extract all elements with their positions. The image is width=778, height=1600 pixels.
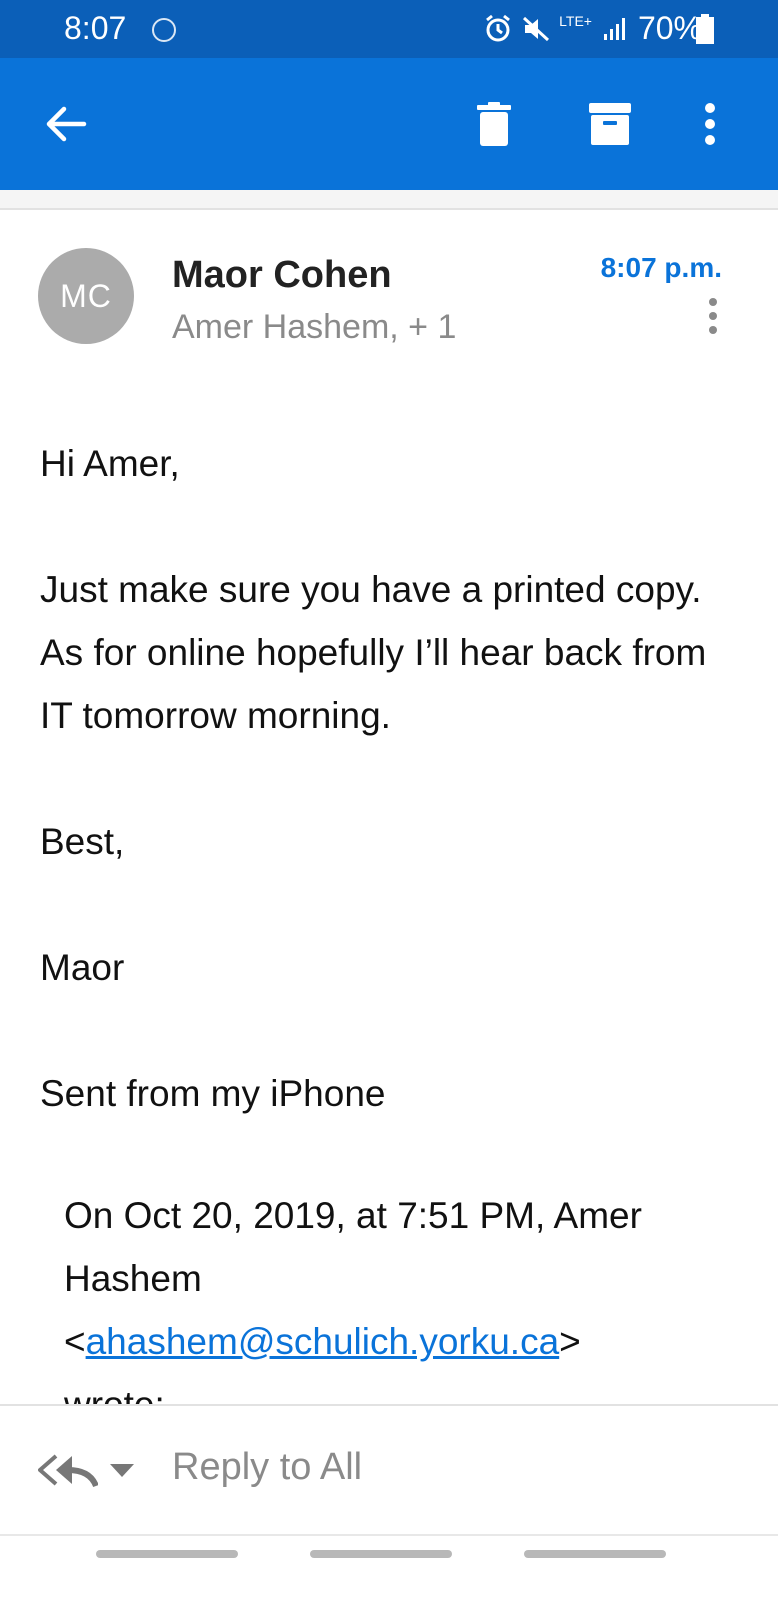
battery-percent: 70% bbox=[637, 10, 702, 46]
back-button[interactable] bbox=[26, 58, 106, 190]
status-bar: 8:07 LTE+ 70% bbox=[0, 0, 778, 58]
recipients[interactable]: Amer Hashem, + 1 bbox=[172, 308, 456, 347]
greeting: Hi Amer, bbox=[40, 443, 180, 484]
nav-recents[interactable] bbox=[96, 1550, 238, 1558]
quote-email-close: > bbox=[559, 1321, 581, 1362]
alarm-icon bbox=[486, 14, 511, 41]
body-paragraph: Just make sure you have a printed copy. … bbox=[40, 569, 707, 736]
sent-from: Sent from my iPhone bbox=[40, 1073, 386, 1114]
reply-all-button[interactable] bbox=[38, 1450, 99, 1495]
reply-all-icon bbox=[38, 1454, 99, 1488]
message-more-button[interactable] bbox=[698, 298, 728, 342]
more-vert-icon bbox=[705, 103, 715, 145]
reply-bar: Reply to All bbox=[0, 1404, 778, 1538]
app-bar bbox=[0, 58, 778, 190]
quoted-header: On Oct 20, 2019, at 7:51 PM, Amer Hashem… bbox=[64, 1184, 744, 1436]
quote-email-open: < bbox=[64, 1321, 86, 1362]
more-vert-icon bbox=[709, 298, 717, 334]
nav-home[interactable] bbox=[310, 1550, 452, 1558]
status-icons: LTE+ 70% bbox=[483, 10, 702, 47]
status-time: 8:07 bbox=[64, 10, 127, 46]
reply-options-dropdown[interactable] bbox=[110, 1464, 134, 1483]
sender-name: Maor Cohen bbox=[172, 254, 392, 296]
mute-icon bbox=[523, 16, 550, 41]
signoff: Best, bbox=[40, 821, 125, 862]
reply-to-all-field[interactable]: Reply to All bbox=[172, 1446, 362, 1489]
imo-icon bbox=[152, 18, 176, 42]
delete-icon bbox=[477, 102, 511, 146]
chevron-down-icon bbox=[110, 1464, 134, 1477]
lte-icon: LTE+ bbox=[559, 12, 592, 29]
back-arrow-icon bbox=[46, 106, 87, 142]
archive-button[interactable] bbox=[570, 58, 650, 190]
thread-divider bbox=[0, 190, 778, 210]
avatar[interactable]: MC bbox=[38, 248, 134, 344]
nav-back[interactable] bbox=[524, 1550, 666, 1558]
message-body: Hi Amer, Just make sure you have a print… bbox=[40, 432, 740, 1188]
delete-button[interactable] bbox=[454, 58, 534, 190]
signal-icon bbox=[603, 17, 625, 40]
message-time: 8:07 p.m. bbox=[600, 252, 722, 283]
system-nav-bar bbox=[0, 1534, 778, 1600]
battery-icon bbox=[696, 14, 714, 44]
archive-icon bbox=[589, 103, 631, 145]
quote-email-link[interactable]: ahashem@schulich.yorku.ca bbox=[86, 1321, 560, 1362]
quote-prefix: On Oct 20, 2019, at 7:51 PM, Amer Hashem bbox=[64, 1195, 642, 1299]
more-options-button[interactable] bbox=[670, 58, 750, 190]
signature: Maor bbox=[40, 947, 125, 988]
